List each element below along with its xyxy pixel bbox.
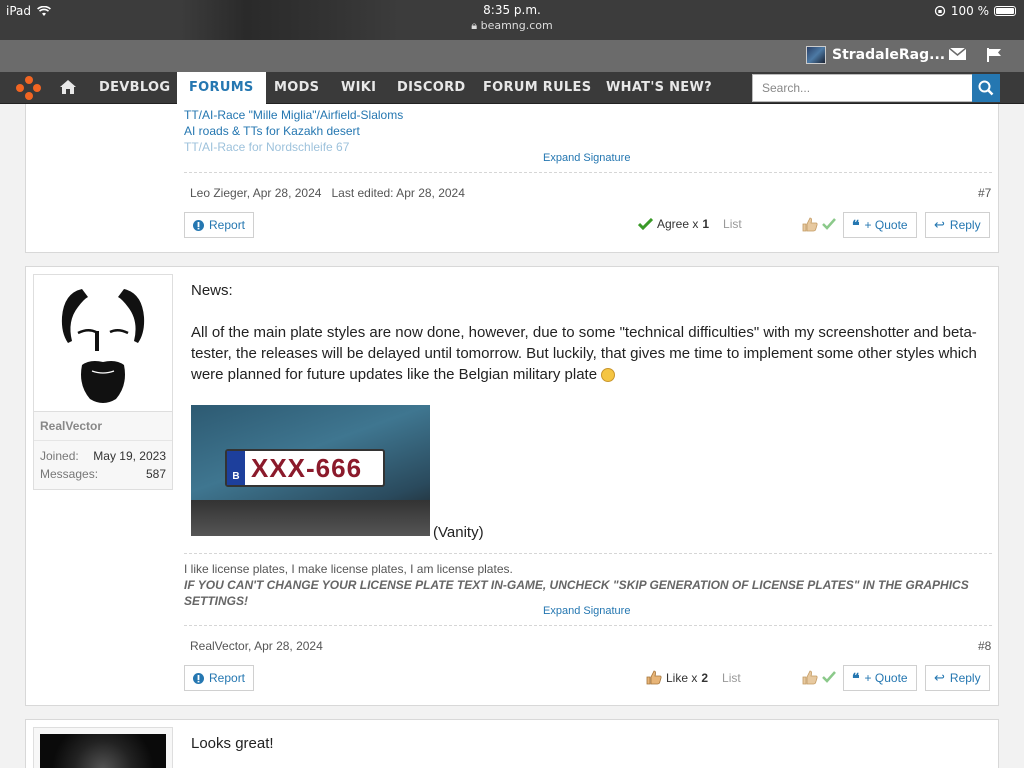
reaction-label[interactable]: Agree x [657,217,698,231]
signature: I like license plates, I make license pl… [184,561,984,609]
address-bar[interactable]: 🔒︎ beamng.com [0,18,1024,33]
account-menu[interactable]: StradaleRag... [806,46,945,64]
check-icon [638,218,653,230]
info-icon [193,672,204,684]
expand-signature-link[interactable]: Expand Signature [543,605,630,617]
search-button[interactable] [972,74,1000,102]
reaction-count: 1 [702,217,710,231]
agree-icon[interactable] [822,218,836,230]
report-button[interactable]: Report [184,665,255,691]
grin-emoji-icon [601,368,616,383]
reaction-count: 2 [701,670,709,685]
joined-stat: Joined: May 19, 2023 [40,449,166,463]
post-7: TT/AI-Race "Mille Miglia"/Airfield-Slalo… [25,104,999,253]
reply-icon: ↩ [934,217,945,232]
nav-discord[interactable]: DISCORD [397,72,465,104]
ios-status-bar: iPad 8:35 p.m. 🔒︎ beamng.com 100 % [0,0,1024,40]
messages-stat: Messages: 587 [40,467,166,481]
post-9: Looks great! [25,719,999,768]
nav-forums[interactable]: FORUMS [177,72,266,105]
post-author[interactable]: RealVector [190,639,248,653]
orientation-lock-icon [934,5,946,17]
signature-link[interactable]: AI roads & TTs for Kazakh desert [184,123,403,139]
quote-button[interactable]: ❝ + Quote [843,665,917,691]
lock-icon: 🔒︎ [471,19,481,32]
reply-button[interactable]: ↩ Reply [925,212,990,238]
post-text-news: News: [191,282,233,299]
reply-icon: ↩ [934,670,945,685]
plate: B XXX-666 [225,449,385,487]
last-edited: Last edited: Apr 28, 2024 [331,186,465,200]
post-8: RealVector Joined: May 19, 2023 Messages:… [25,266,999,706]
nav-whats-new[interactable]: WHAT'S NEW? [606,72,712,104]
avatar[interactable] [40,734,166,768]
info-icon [193,219,204,231]
post-author[interactable]: Leo Zieger [190,186,247,200]
image-caption: (Vanity) [433,524,484,541]
signature-link[interactable]: TT/AI-Race for Nordschleife 67 [184,139,403,155]
quote-icon: ❝ [852,217,860,233]
reaction-summary: Agree x 1 List [638,217,742,231]
clock: 8:35 p.m. [483,3,541,17]
agree-icon[interactable] [822,671,836,683]
post-body: Looks great! [191,735,274,752]
like-icon[interactable] [802,670,818,685]
reaction-list-link[interactable]: List [723,217,742,231]
quote-icon: ❝ [852,670,860,686]
post-date[interactable]: Apr 28, 2024 [253,186,322,200]
reply-button[interactable]: ↩ Reply [925,665,990,691]
eu-band: B [227,451,245,485]
flag-icon[interactable] [986,47,1002,63]
post-number[interactable]: #7 [978,186,991,200]
user-info-block [33,727,173,768]
nav-forum-rules[interactable]: FORUM RULES [483,72,591,104]
avatar[interactable] [34,275,172,412]
main-navigation: DEVBLOG FORUMS MODS WIKI DISCORD FORUM R… [0,72,1024,105]
beamng-logo-icon[interactable] [16,76,42,100]
signature-links: TT/AI-Race "Mille Miglia"/Airfield-Slalo… [184,107,403,155]
search-input[interactable]: Search... [752,74,973,102]
user-avatar [806,46,826,64]
signature-line: I like license plates, I make license pl… [184,562,513,576]
like-icon[interactable] [802,217,818,232]
post-body: All of the main plate styles are now don… [191,324,977,383]
post-number[interactable]: #8 [978,639,991,653]
envelope-icon[interactable] [949,47,966,61]
user-bar: StradaleRag... [0,40,1024,72]
battery-percent: 100 % [950,4,989,18]
plate-text: XXX-666 [251,453,363,483]
quote-button[interactable]: ❝ + Quote [843,212,917,238]
search-icon [978,80,994,96]
divider [184,553,992,554]
user-info-block: RealVector Joined: May 19, 2023 Messages:… [33,274,173,490]
battery-icon [994,6,1016,16]
report-button[interactable]: Report [184,212,255,238]
nav-wiki[interactable]: WIKI [341,72,376,104]
home-icon[interactable] [60,80,76,94]
username: StradaleRag... [832,47,946,63]
signature-link[interactable]: TT/AI-Race "Mille Miglia"/Airfield-Slalo… [184,107,403,123]
divider [184,625,992,626]
post-meta: Leo Zieger, Apr 28, 2024 Last edited: Ap… [190,186,465,200]
reaction-summary: Like x 2 List [646,670,741,685]
reaction-label[interactable]: Like x [666,671,697,685]
username-link[interactable]: RealVector [34,412,172,441]
license-plate-image[interactable]: B XXX-666 [191,405,430,536]
reaction-list-link[interactable]: List [722,671,741,685]
avatar-face-icon [61,289,145,403]
nav-devblog[interactable]: DEVBLOG [99,72,170,104]
nav-mods[interactable]: MODS [274,72,319,104]
divider [184,172,992,173]
post-date[interactable]: Apr 28, 2024 [254,639,323,653]
expand-signature-link[interactable]: Expand Signature [543,152,630,164]
post-meta: RealVector, Apr 28, 2024 [190,639,323,653]
like-icon [646,670,662,685]
